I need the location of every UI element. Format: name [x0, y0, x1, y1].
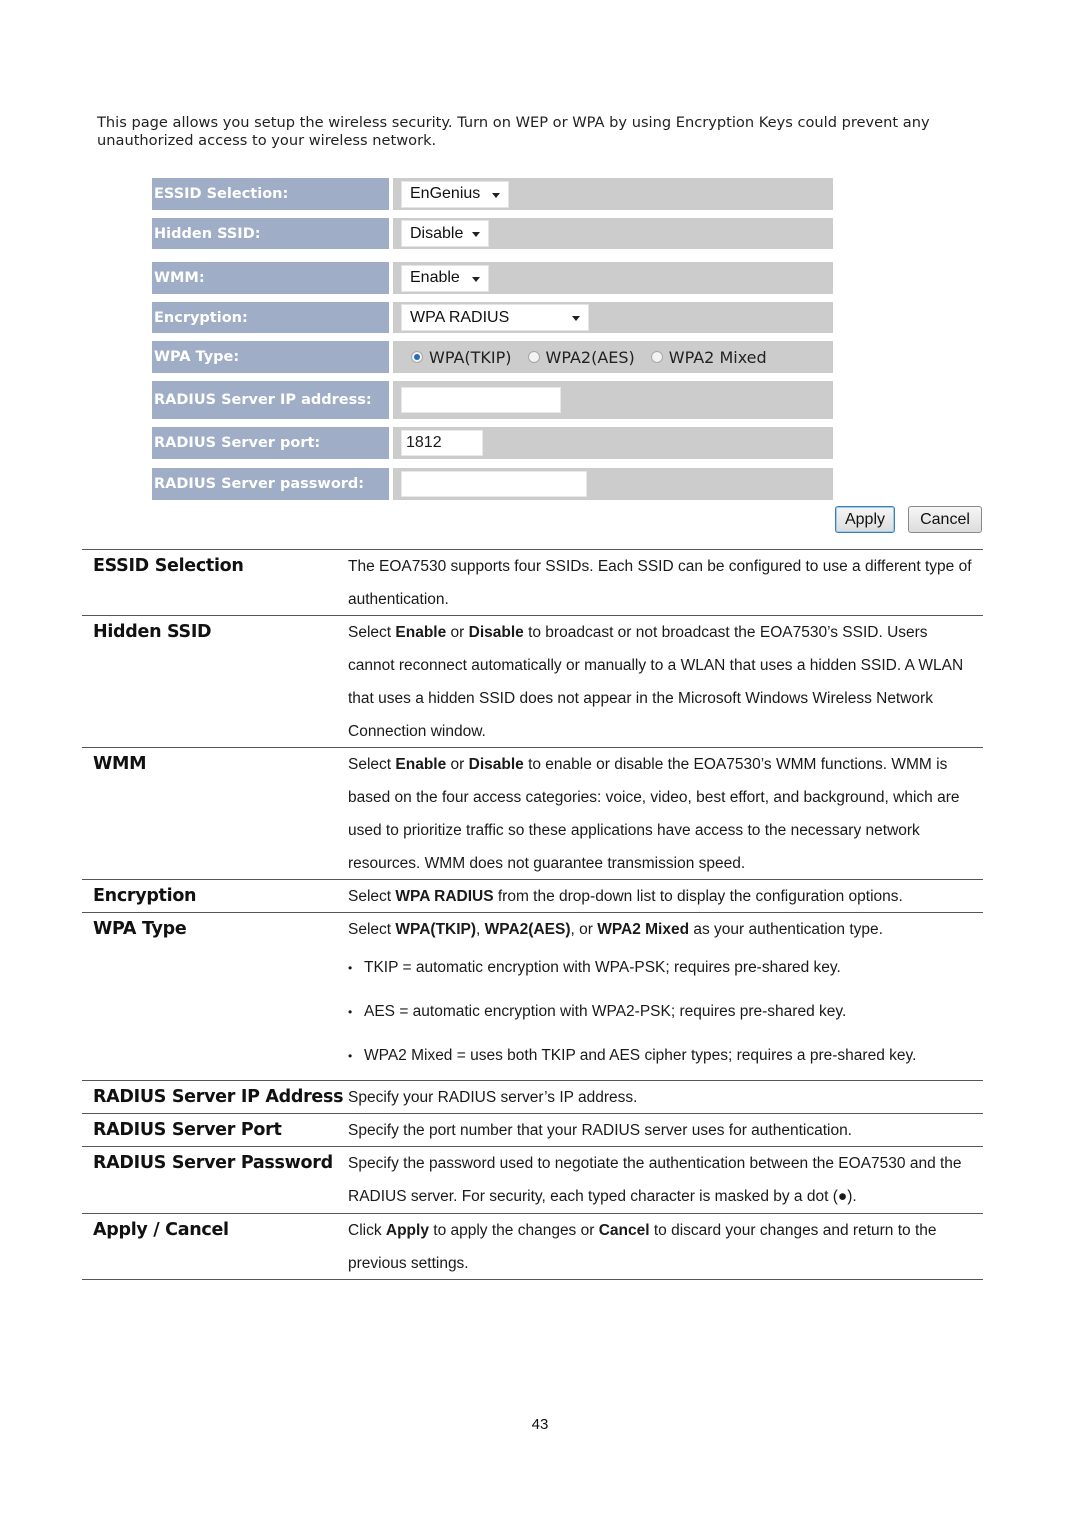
table-term: Hidden SSID	[93, 622, 212, 642]
chevron-down-icon	[472, 232, 480, 237]
table-description: Specify the password used to negotiate t…	[348, 1155, 962, 1205]
table-term: RADIUS Server IP Address	[93, 1087, 344, 1107]
radio-wpa2-aes[interactable]: WPA2(AES)	[527, 348, 635, 367]
chevron-down-icon	[572, 316, 580, 321]
table-row: Hidden SSID Select Enable or Disable to …	[82, 615, 983, 748]
table-row: WMM Select Enable or Disable to enable o…	[82, 747, 983, 880]
essid-select[interactable]: EnGenius	[401, 180, 509, 208]
chevron-down-icon	[472, 276, 480, 282]
hidden-ssid-select[interactable]: Disable	[401, 220, 489, 247]
table-row: RADIUS Server IP Address Specify your RA…	[82, 1080, 983, 1114]
radio-empty-icon	[650, 351, 663, 363]
form-row-encryption: Encryption: WPA RADIUS	[152, 302, 833, 333]
table-row: WPA Type Select WPA(TKIP), WPA2(AES), or…	[82, 912, 983, 1081]
table-row: Encryption Select WPA RADIUS from the dr…	[82, 879, 983, 913]
cancel-button[interactable]: Cancel	[908, 506, 982, 533]
table-row: RADIUS Server Password Specify the passw…	[82, 1146, 983, 1213]
table-bottom-rule	[82, 1279, 983, 1280]
table-row: Apply / Cancel Click Apply to apply the …	[82, 1213, 983, 1280]
wpa-type-bullet-list: TKIP = automatic encryption with WPA-PSK…	[348, 946, 978, 1078]
table-description: Select Enable or Disable to enable or di…	[348, 756, 960, 872]
table-term: RADIUS Server Port	[93, 1120, 282, 1140]
intro-text: This page allows you setup the wireless …	[97, 114, 930, 149]
form-row-wpa-type: WPA Type: WPA(TKIP) WPA2(AES) WPA2 Mixed	[152, 341, 833, 373]
radius-password-input[interactable]	[401, 471, 587, 497]
apply-button[interactable]: Apply	[835, 506, 895, 533]
radius-ip-label: RADIUS Server IP address:	[152, 381, 389, 419]
hidden-ssid-label: Hidden SSID:	[152, 218, 389, 249]
form-row-essid: ESSID Selection: EnGenius	[152, 178, 833, 210]
radio-wpa2-mixed[interactable]: WPA2 Mixed	[650, 348, 767, 367]
encryption-label: Encryption:	[152, 302, 389, 333]
page-number: 43	[531, 1416, 549, 1433]
table-term: WPA Type	[93, 919, 187, 939]
list-item: WPA2 Mixed = uses both TKIP and AES ciph…	[348, 1034, 978, 1078]
table-description: Specify the port number that your RADIUS…	[348, 1122, 852, 1139]
wpa-type-radio-group: WPA(TKIP) WPA2(AES) WPA2 Mixed	[411, 348, 783, 367]
wmm-label: WMM:	[152, 262, 389, 294]
radio-empty-icon	[527, 351, 540, 363]
table-description: Select WPA(TKIP), WPA2(AES), or WPA2 Mix…	[348, 913, 978, 1078]
radius-ip-input[interactable]	[401, 387, 561, 413]
table-term: RADIUS Server Password	[93, 1153, 333, 1173]
table-term: Encryption	[93, 886, 197, 906]
radius-password-label: RADIUS Server password:	[152, 468, 389, 500]
table-term: Apply / Cancel	[93, 1220, 229, 1240]
form-row-hidden-ssid: Hidden SSID: Disable	[152, 218, 833, 249]
essid-label: ESSID Selection:	[152, 178, 389, 210]
table-description: Select Enable or Disable to broadcast or…	[348, 624, 964, 740]
chevron-down-icon	[492, 192, 500, 198]
table-description: Specify your RADIUS server’s IP address.	[348, 1089, 638, 1106]
list-item: AES = automatic encryption with WPA2-PSK…	[348, 990, 978, 1034]
list-item: TKIP = automatic encryption with WPA-PSK…	[348, 946, 978, 990]
radius-port-input[interactable]: 1812	[401, 430, 483, 456]
table-term: WMM	[93, 754, 147, 774]
wmm-select[interactable]: Enable	[401, 264, 489, 292]
table-row: ESSID Selection The EOA7530 supports fou…	[82, 549, 983, 616]
radio-wpa-tkip[interactable]: WPA(TKIP)	[411, 348, 512, 367]
radio-selected-icon	[411, 351, 423, 363]
form-row-radius-password: RADIUS Server password:	[152, 468, 833, 500]
table-row: RADIUS Server Port Specify the port numb…	[82, 1113, 983, 1147]
form-row-radius-ip: RADIUS Server IP address:	[152, 381, 833, 419]
table-description: The EOA7530 supports four SSIDs. Each SS…	[348, 558, 972, 608]
form-row-radius-port: RADIUS Server port: 1812	[152, 427, 833, 459]
form-row-wmm: WMM: Enable	[152, 262, 833, 294]
encryption-select[interactable]: WPA RADIUS	[401, 304, 589, 331]
table-description: Select WPA RADIUS from the drop-down lis…	[348, 888, 903, 905]
table-description: Click Apply to apply the changes or Canc…	[348, 1222, 937, 1272]
radius-port-label: RADIUS Server port:	[152, 427, 389, 459]
table-term: ESSID Selection	[93, 556, 244, 576]
wpa-type-label: WPA Type:	[152, 341, 389, 373]
